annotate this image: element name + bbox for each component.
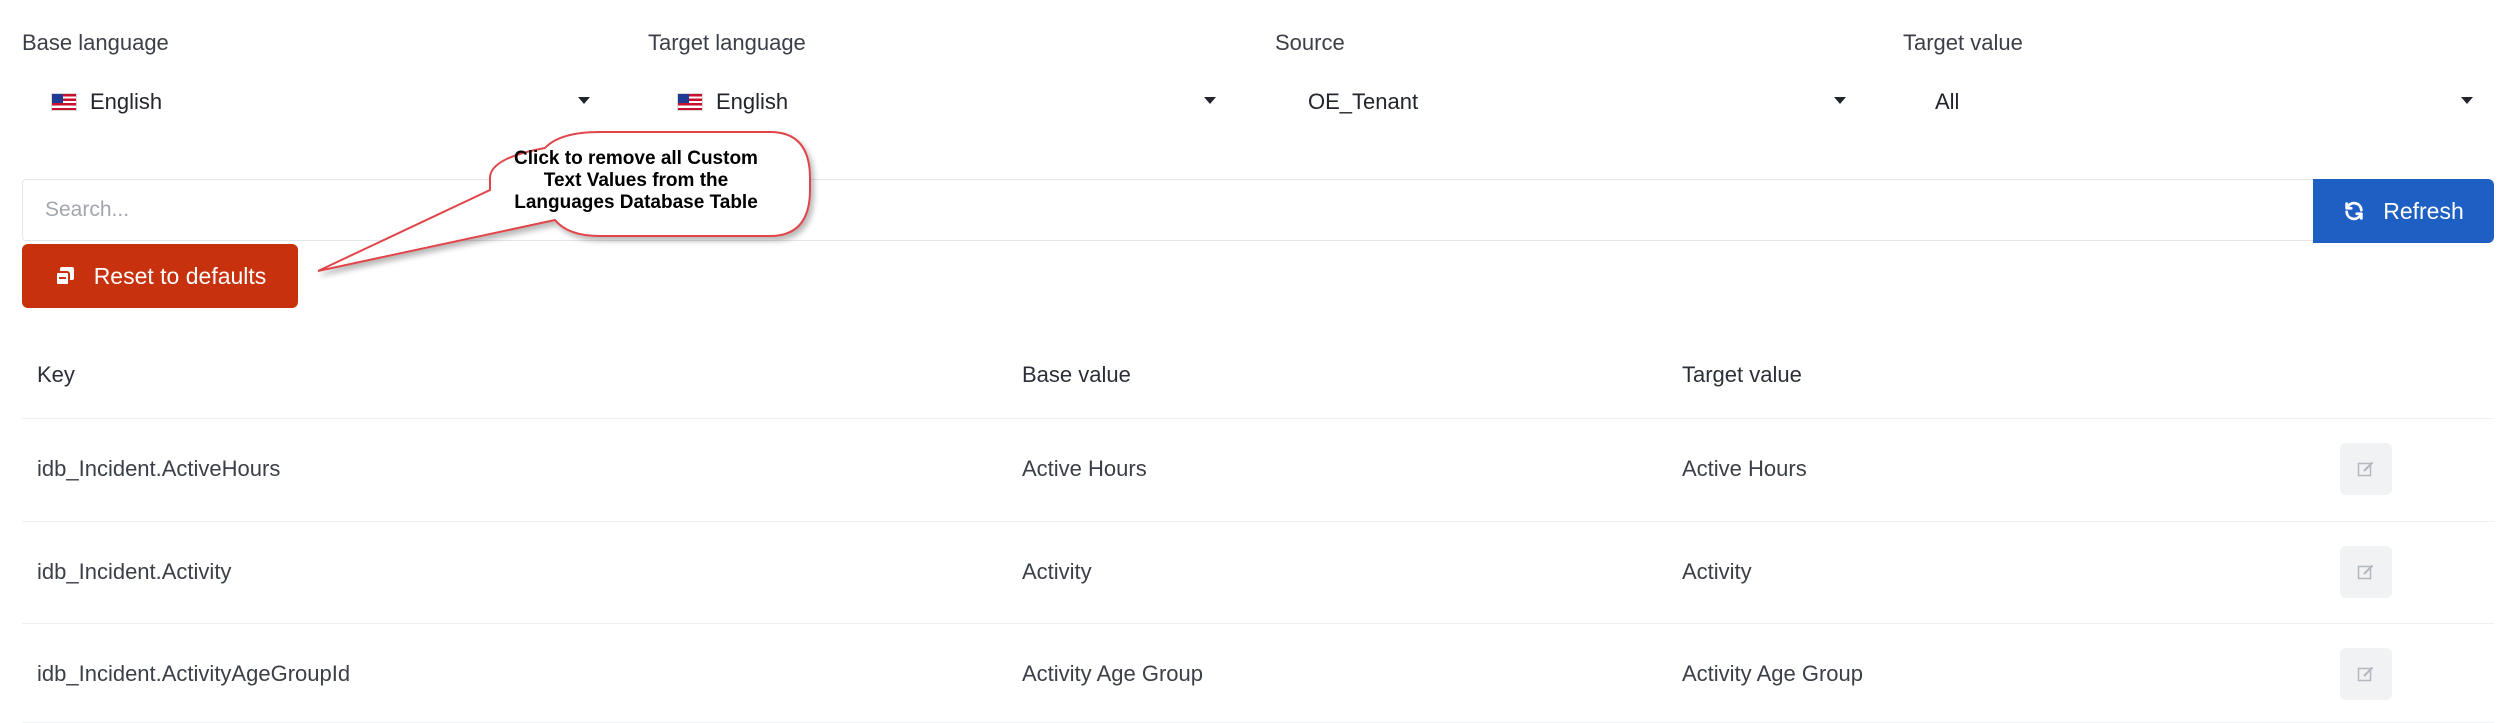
callout-line: Languages Database Table [514, 192, 758, 213]
row-target-value: Active Hours [1682, 456, 1807, 481]
edit-button[interactable] [2340, 546, 2392, 598]
refresh-button-label: Refresh [2383, 197, 2464, 224]
reset-to-defaults-button[interactable]: Reset to defaults [22, 244, 298, 308]
row-base-value: Activity Age Group [1022, 661, 1203, 686]
column-header-target-value: Target value [1682, 362, 1802, 387]
source-select[interactable]: OE_Tenant [1308, 78, 1846, 126]
callout-line: Text Values from the [543, 170, 729, 191]
source-label: Source [1275, 30, 1345, 55]
base-language-select[interactable]: English [52, 78, 590, 126]
target-value-select[interactable]: All [1935, 78, 2473, 126]
row-key: idb_Incident.Activity [37, 559, 232, 584]
us-flag-icon [52, 94, 76, 110]
us-flag-icon [678, 94, 702, 110]
row-base-value: Activity [1022, 559, 1092, 584]
target-value-label: Target value [1903, 30, 2023, 55]
row-target-value: Activity Age Group [1682, 661, 1863, 686]
target-value-value: All [1935, 89, 1960, 114]
base-language-value: English [90, 89, 163, 114]
refresh-icon [2345, 201, 2363, 221]
target-language-label: Target language [648, 30, 806, 55]
chevron-down-icon [1204, 97, 1216, 104]
copy-icon [54, 267, 74, 286]
chevron-down-icon [2461, 97, 2473, 104]
chevron-down-icon [578, 97, 590, 104]
column-header-key: Key [37, 362, 75, 387]
refresh-button[interactable]: Refresh [2313, 179, 2494, 243]
row-target-value: Activity [1682, 559, 1752, 584]
source-value: OE_Tenant [1308, 89, 1419, 114]
row-key: idb_Incident.ActivityAgeGroupId [37, 661, 351, 686]
row-base-value: Active Hours [1022, 456, 1147, 481]
chevron-down-icon [1834, 97, 1846, 104]
edit-button[interactable] [2340, 443, 2392, 495]
callout-line: Click to remove all Custom [514, 148, 758, 169]
edit-icon [2357, 666, 2374, 682]
table-divider [22, 418, 2494, 419]
column-header-base-value: Base value [1022, 362, 1131, 387]
table-divider [22, 521, 2494, 522]
target-language-value: English [716, 89, 789, 114]
table-divider [22, 623, 2494, 624]
edit-button[interactable] [2340, 648, 2392, 700]
target-language-select[interactable]: English [678, 78, 1216, 126]
edit-icon [2357, 564, 2374, 580]
edit-icon [2357, 461, 2374, 477]
reset-button-label: Reset to defaults [93, 262, 267, 289]
row-key: idb_Incident.ActiveHours [37, 456, 281, 481]
base-language-label: Base language [22, 30, 169, 55]
callout-text: Click to remove all Custom Text Values f… [486, 148, 786, 214]
